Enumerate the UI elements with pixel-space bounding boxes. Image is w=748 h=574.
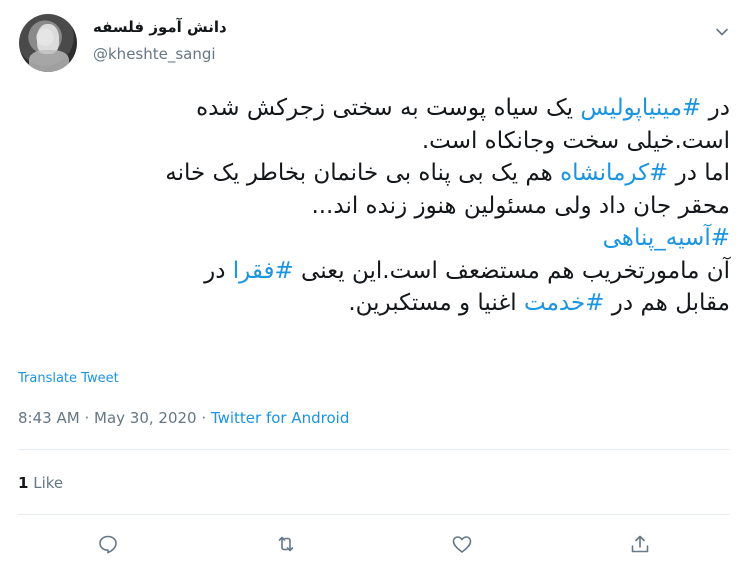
share-button[interactable] <box>626 530 654 558</box>
tweet-text-segment: در <box>701 95 730 121</box>
translate-tweet-link[interactable]: Translate Tweet <box>18 371 119 386</box>
tweet-text-segment: در <box>204 257 233 284</box>
hashtag-link[interactable]: #آسیه_پناهی <box>603 225 730 251</box>
tweet-time[interactable]: 8:43 AM <box>18 409 80 427</box>
reply-button[interactable] <box>94 530 122 558</box>
tweet-line: اما در #کرمانشاه هم یک بی پناه بی خانمان… <box>18 157 730 190</box>
hashtag-link[interactable]: #مینیاپولیس <box>580 95 701 121</box>
tweet-text-segment: مقابل هم در <box>604 290 730 316</box>
like-button[interactable] <box>448 530 476 558</box>
display-name[interactable]: دانش آموز فلسفه <box>93 18 227 36</box>
hashtag-link[interactable]: #فقرا <box>233 258 294 284</box>
avatar[interactable] <box>19 14 77 72</box>
tweet-line: در #مینیاپولیس یک سیاه پوست به سختی زجرک… <box>18 92 730 125</box>
tweet-date[interactable]: May 30, 2020 <box>94 409 197 427</box>
share-icon <box>631 535 649 553</box>
retweet-icon <box>278 536 294 552</box>
heart-icon <box>452 536 472 553</box>
tweet-line: آن مامورتخریب هم مستضعف است.این یعنی #فق… <box>18 255 730 288</box>
tweet-meta: 8:43 AM · May 30, 2020 · Twitter for And… <box>18 409 349 427</box>
tweet-text-segment: اما در <box>668 160 730 186</box>
retweet-button[interactable] <box>272 530 300 558</box>
chevron-down-icon[interactable] <box>714 24 730 40</box>
tweet-text: در #مینیاپولیس یک سیاه پوست به سختی زجرک… <box>18 92 730 320</box>
tweet-text-segment: آن مامورتخریب هم مستضعف است.این یعنی <box>293 257 730 284</box>
tweet-line: محقر جان داد ولی مسئولین هنوز زنده اند..… <box>18 190 730 223</box>
hashtag-link[interactable]: #خدمت <box>524 290 604 316</box>
meta-separator: · <box>84 409 90 427</box>
tweet-line: مقابل هم در #خدمت اغنیا و مستکبرین. <box>18 287 730 320</box>
tweet-text-segment: اغنیا و مستکبرین. <box>348 290 525 316</box>
tweet-line: #آسیه_پناهی <box>18 222 730 255</box>
username[interactable]: @kheshte_sangi <box>93 45 216 63</box>
divider <box>18 514 730 515</box>
tweet-text-segment: محقر جان داد ولی مسئولین هنوز زنده اند..… <box>311 192 730 219</box>
meta-separator: · <box>201 409 207 427</box>
tweet-text-segment: هم یک بی پناه بی خانمان بخاطر یک خانه <box>165 160 561 186</box>
tweet-header: دانش آموز فلسفه @kheshte_sangi <box>0 0 748 80</box>
tweet-text-segment: است.خیلی سخت وجانکاه است. <box>421 127 730 154</box>
tweet-line: است.خیلی سخت وجانکاه است. <box>18 125 730 158</box>
tweet-text-segment: یک سیاه پوست به سختی زجرکش شده <box>196 95 581 121</box>
reply-icon <box>99 535 117 554</box>
tweet-source[interactable]: Twitter for Android <box>211 409 349 427</box>
hashtag-link[interactable]: #کرمانشاه <box>560 160 668 186</box>
likes-label: Like <box>33 474 64 492</box>
divider <box>18 449 730 450</box>
likes-count[interactable]: 1 Like <box>18 474 63 492</box>
likes-number: 1 <box>18 474 29 492</box>
